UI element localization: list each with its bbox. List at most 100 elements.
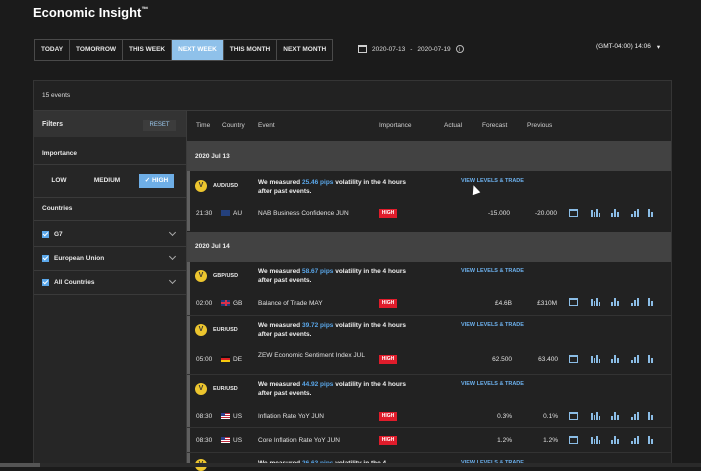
event-time: 08:30 bbox=[196, 413, 213, 420]
volatility-icon: V bbox=[195, 324, 207, 336]
add-to-calendar-icon[interactable] bbox=[569, 355, 578, 363]
history-chart-icon[interactable] bbox=[591, 355, 600, 363]
bar-chart-icon[interactable] bbox=[611, 209, 620, 217]
timezone-select[interactable]: (GMT-04:00) 14:06 ▾ bbox=[596, 43, 660, 51]
trend-icon[interactable] bbox=[631, 436, 640, 444]
event-time: 21:30 bbox=[196, 210, 213, 217]
column-header-event[interactable]: Event bbox=[258, 122, 275, 129]
view-levels-trade-link[interactable]: VIEW LEVELS & TRADE bbox=[461, 268, 524, 274]
volatility-icon: V bbox=[195, 180, 207, 192]
horizontal-scrollbar[interactable] bbox=[0, 463, 701, 467]
country-filter-all[interactable]: All Countries bbox=[42, 276, 178, 288]
sort-icon[interactable] bbox=[648, 209, 657, 217]
reset-button[interactable]: RESET bbox=[143, 120, 176, 131]
event-forecast: -15.000 bbox=[487, 210, 510, 217]
event-country: GB bbox=[218, 300, 242, 307]
tab-next-week[interactable]: NEXT WEEK bbox=[172, 40, 224, 60]
sort-icon[interactable] bbox=[648, 436, 657, 444]
column-header-forecast[interactable]: Forecast bbox=[482, 122, 507, 129]
chevron-down-icon[interactable] bbox=[168, 228, 177, 237]
checkbox-icon[interactable] bbox=[42, 278, 49, 286]
info-icon[interactable]: i bbox=[455, 45, 464, 53]
trend-icon[interactable] bbox=[631, 412, 640, 420]
column-header-country[interactable]: Country bbox=[222, 122, 245, 129]
tab-this-month[interactable]: THIS MONTH bbox=[224, 40, 278, 60]
column-header-importance[interactable]: Importance bbox=[379, 122, 412, 129]
event-name[interactable]: Inflation Rate YoY JUN bbox=[258, 413, 324, 420]
column-header-previous[interactable]: Previous bbox=[527, 122, 552, 129]
view-levels-trade-link[interactable]: VIEW LEVELS & TRADE bbox=[461, 381, 524, 387]
chevron-down-icon[interactable] bbox=[168, 252, 177, 261]
divider bbox=[34, 220, 186, 221]
currency-pair: EUR/USD bbox=[213, 386, 238, 392]
divider bbox=[34, 246, 186, 247]
add-to-calendar-icon[interactable] bbox=[569, 209, 578, 217]
timezone-value: (GMT-04:00) 14:06 bbox=[596, 43, 651, 50]
volatility-text: We measured 58.67 pips volatility in the… bbox=[258, 268, 407, 284]
divider bbox=[187, 315, 671, 316]
volatility-icon: V bbox=[195, 270, 207, 282]
event-forecast: 0.3% bbox=[497, 413, 512, 420]
history-chart-icon[interactable] bbox=[591, 298, 600, 306]
importance-badge: HIGH bbox=[379, 299, 397, 308]
view-levels-trade-link[interactable]: VIEW LEVELS & TRADE bbox=[461, 178, 524, 184]
sort-icon[interactable] bbox=[648, 355, 657, 363]
tab-tomorrow[interactable]: TOMORROW bbox=[70, 40, 124, 60]
sort-icon[interactable] bbox=[648, 412, 657, 420]
bar-chart-icon[interactable] bbox=[611, 436, 620, 444]
add-to-calendar-icon[interactable] bbox=[569, 298, 578, 306]
trend-icon[interactable] bbox=[631, 355, 640, 363]
importance-badge: HIGH bbox=[379, 436, 397, 445]
bar-chart-icon[interactable] bbox=[611, 412, 620, 420]
importance-low-chip[interactable]: LOW bbox=[42, 174, 76, 188]
event-time: 08:30 bbox=[196, 437, 213, 444]
event-country: AU bbox=[218, 210, 242, 217]
events-count: 15 events bbox=[42, 92, 71, 99]
volatility-text: We measured 25.46 pips volatility in the… bbox=[258, 179, 407, 195]
tab-this-week[interactable]: THIS WEEK bbox=[123, 40, 173, 60]
country-filter-label: European Union bbox=[54, 254, 105, 262]
country-filter-eu[interactable]: European Union bbox=[42, 252, 178, 264]
event-previous: -20.000 bbox=[534, 210, 557, 217]
checkbox-icon[interactable] bbox=[42, 230, 49, 238]
currency-pair: EUR/USD bbox=[213, 327, 238, 333]
event-name[interactable]: ZEW Economic Sentiment Index JUL bbox=[258, 351, 370, 360]
flag-gb-icon bbox=[221, 300, 230, 307]
date-range-picker[interactable]: 2020-07-13 - 2020-07-19 i bbox=[358, 41, 464, 57]
event-name[interactable]: Core Inflation Rate YoY JUN bbox=[258, 437, 340, 444]
event-name[interactable]: NAB Business Confidence JUN bbox=[258, 210, 349, 217]
country-filter-g7[interactable]: G7 bbox=[42, 228, 178, 240]
event-country: DE bbox=[218, 356, 242, 363]
importance-high-chip[interactable]: ✓ HIGH bbox=[139, 174, 174, 188]
bar-chart-icon[interactable] bbox=[611, 298, 620, 306]
volatility-icon: V bbox=[195, 383, 207, 395]
day-label: 2020 Jul 14 bbox=[195, 243, 230, 250]
sort-icon[interactable] bbox=[648, 298, 657, 306]
trend-icon[interactable] bbox=[631, 209, 640, 217]
add-to-calendar-icon[interactable] bbox=[569, 412, 578, 420]
importance-badge: HIGH bbox=[379, 209, 397, 218]
divider bbox=[187, 374, 671, 375]
view-levels-trade-link[interactable]: VIEW LEVELS & TRADE bbox=[461, 322, 524, 328]
checkbox-icon[interactable] bbox=[42, 254, 49, 262]
event-forecast: 62.500 bbox=[492, 356, 512, 363]
column-header-actual[interactable]: Actual bbox=[444, 122, 462, 129]
event-name[interactable]: Balance of Trade MAY bbox=[258, 300, 323, 307]
history-chart-icon[interactable] bbox=[591, 209, 600, 217]
tab-today[interactable]: TODAY bbox=[35, 40, 71, 60]
event-time: 02:00 bbox=[196, 300, 213, 307]
column-header-time[interactable]: Time bbox=[196, 122, 210, 129]
importance-medium-chip[interactable]: MEDIUM bbox=[84, 174, 130, 188]
trend-icon[interactable] bbox=[631, 298, 640, 306]
tab-next-month[interactable]: NEXT MONTH bbox=[277, 40, 332, 60]
scrollbar-thumb[interactable] bbox=[0, 463, 40, 467]
chevron-down-icon[interactable] bbox=[168, 276, 177, 285]
history-chart-icon[interactable] bbox=[591, 412, 600, 420]
bar-chart-icon[interactable] bbox=[611, 355, 620, 363]
event-time: 05:00 bbox=[196, 356, 213, 363]
add-to-calendar-icon[interactable] bbox=[569, 436, 578, 444]
filters-title: Filters bbox=[42, 121, 64, 128]
history-chart-icon[interactable] bbox=[591, 436, 600, 444]
flag-de-icon bbox=[221, 356, 230, 363]
country-filter-label: G7 bbox=[54, 230, 63, 238]
